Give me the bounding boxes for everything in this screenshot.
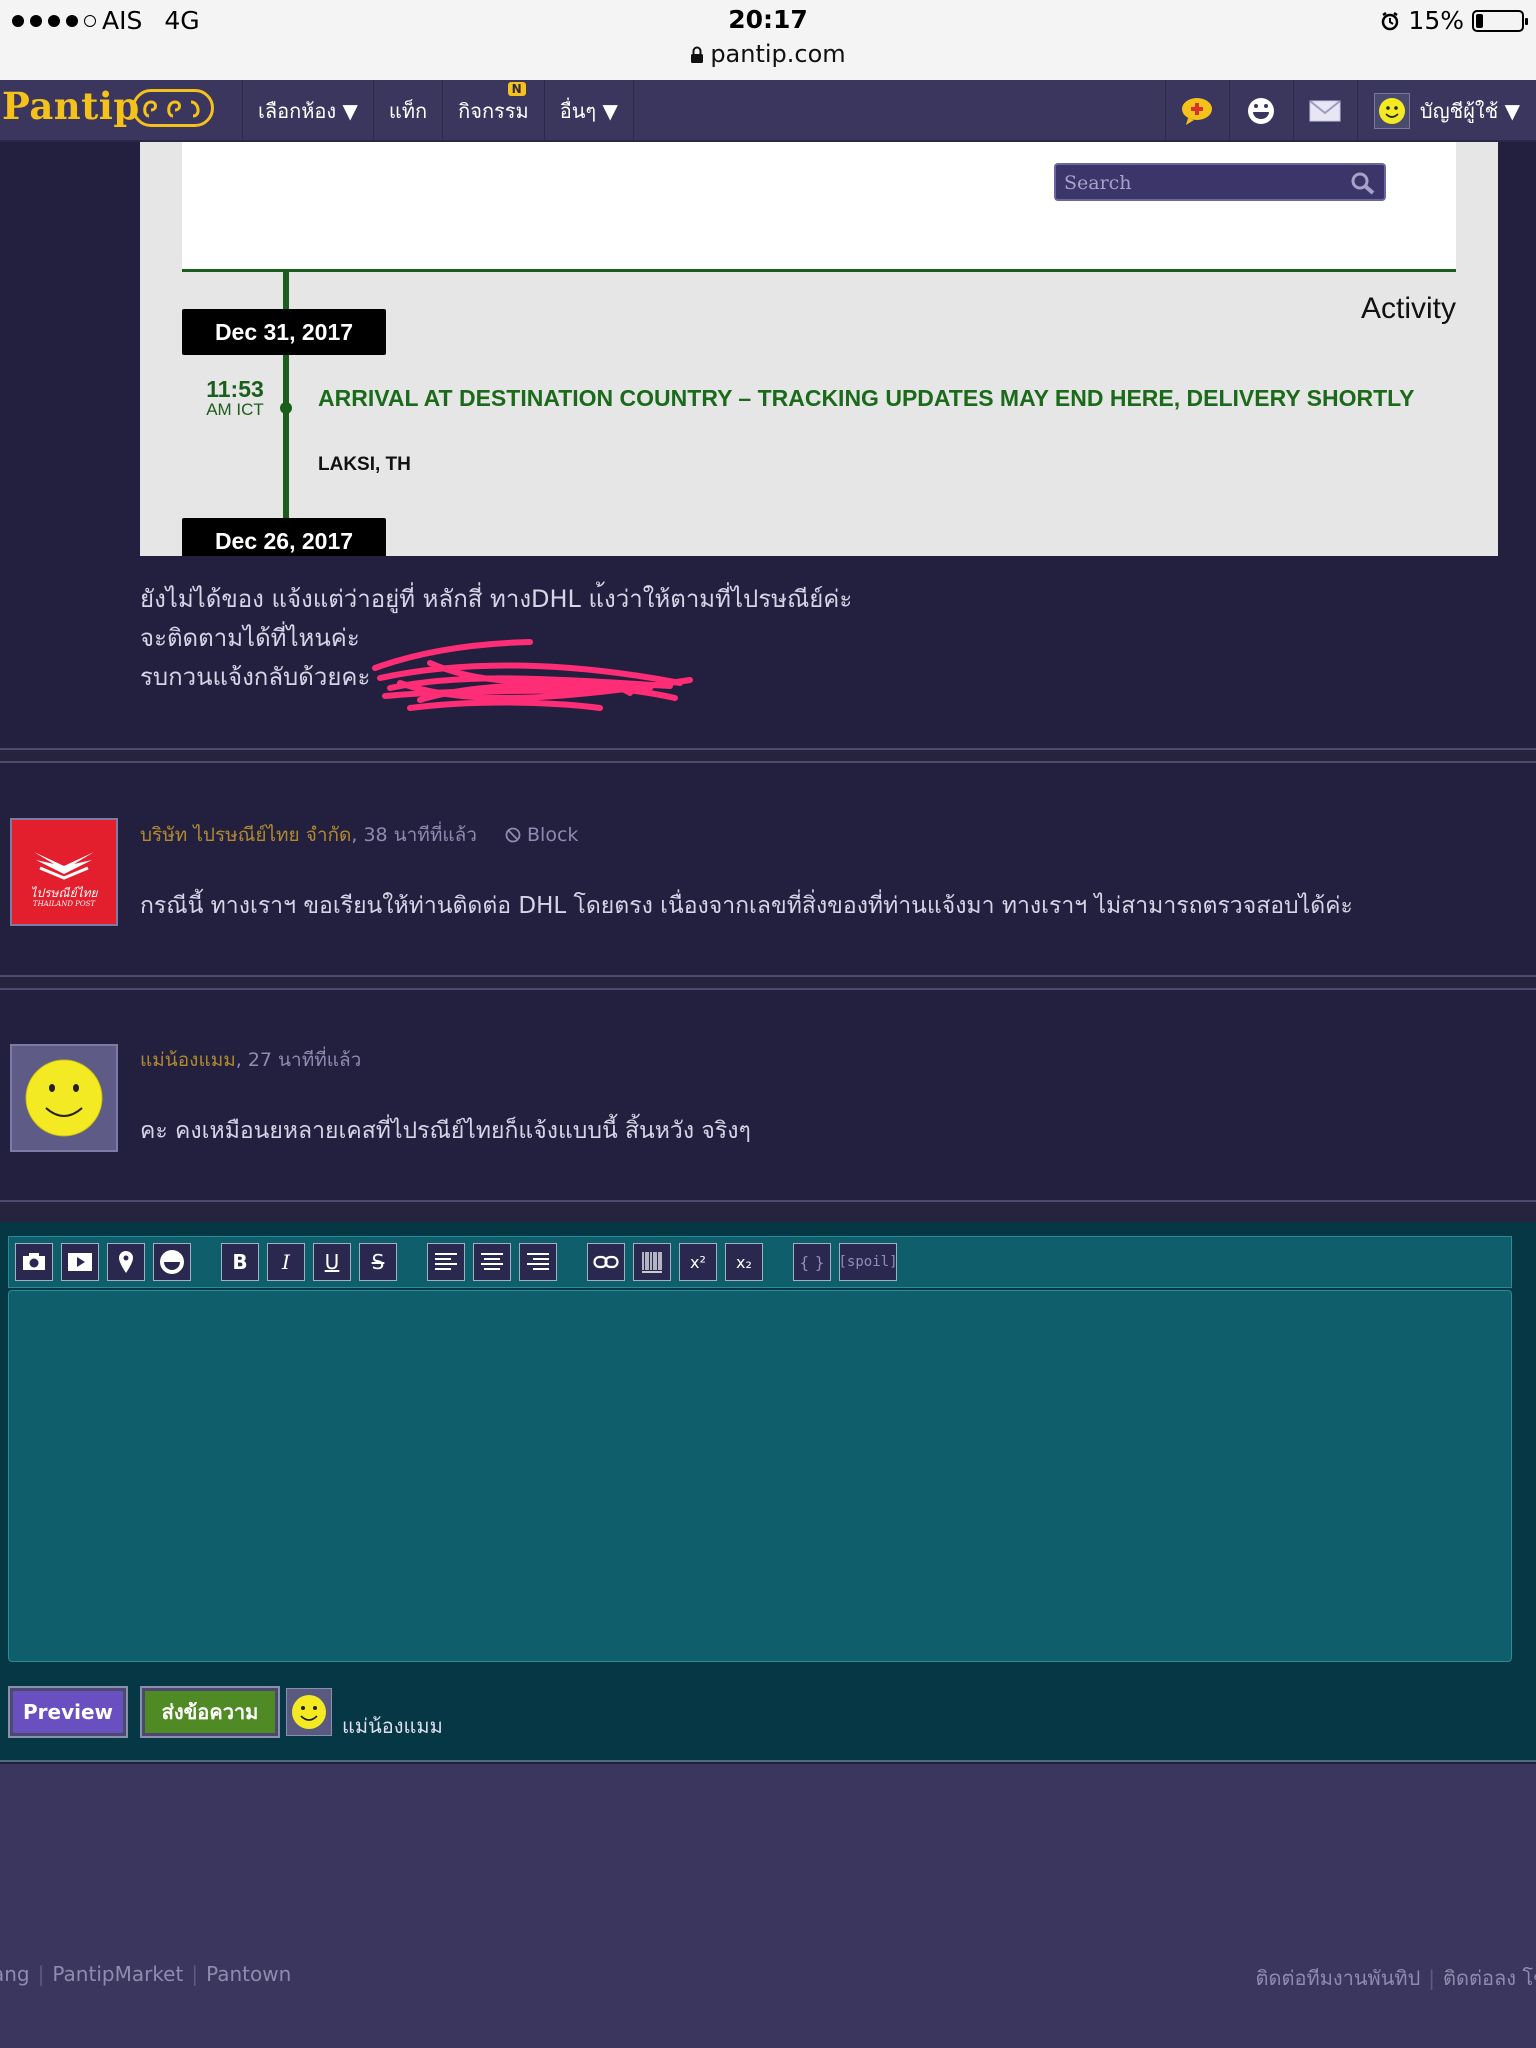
section-divider: [0, 1200, 1536, 1224]
block-label: Block: [527, 824, 579, 846]
avatar: [286, 1688, 332, 1736]
emoticon-icon[interactable]: [1228, 80, 1293, 142]
link-icon[interactable]: [587, 1243, 625, 1281]
align-right-icon[interactable]: [519, 1243, 557, 1281]
tracking-screenshot: Search Dec 31, 2017 Activity 11:53 AM IC…: [140, 142, 1498, 556]
battery-status: 15%: [1380, 6, 1528, 35]
nav-activities[interactable]: กิจกรรม N: [442, 80, 544, 142]
comment-time: , 27 นาทีที่แล้ว: [235, 1049, 362, 1071]
section-divider: [0, 975, 1536, 990]
comment-author[interactable]: บริษัท ไปรษณีย์ไทย จำกัด: [140, 824, 351, 846]
avatar[interactable]: ไปรษณีย์ไทย THAILAND POST: [10, 818, 118, 926]
tracking-search-box: Search: [1054, 163, 1386, 201]
strikethrough-button[interactable]: S: [359, 1243, 397, 1281]
footer-link[interactable]: PantipMarket: [52, 1962, 183, 1986]
event-time: 11:53 AM ICT: [190, 376, 280, 419]
avatar[interactable]: [10, 1044, 118, 1152]
preview-button[interactable]: Preview: [8, 1686, 128, 1738]
pantip-logo-mark-icon[interactable]: [132, 89, 214, 127]
nav-more[interactable]: อื่นๆ ▼: [543, 80, 634, 142]
site-navbar: Pantip เลือกห้อง ▼ แท็ก กิจกรรม N อื่นๆ …: [0, 80, 1536, 142]
footer-links-right: ติดต่อทีมงานพันทิป|ติดต่อลง โฆ: [1256, 1962, 1536, 1994]
redaction-scribble: [372, 639, 693, 711]
superscript-button[interactable]: x²: [679, 1243, 717, 1281]
footer-link[interactable]: ang: [0, 1962, 30, 1986]
page-footer-area: [0, 1764, 1536, 2048]
alarm-icon: [1382, 11, 1399, 30]
camera-icon[interactable]: [15, 1243, 53, 1281]
comment-time: , 38 นาทีที่แล้ว: [351, 824, 477, 846]
nav-menu: เลือกห้อง ▼ แท็ก กิจกรรม N อื่นๆ ▼: [242, 80, 634, 142]
poster-username: แม่น้องแมม: [342, 1714, 443, 1738]
map-pin-icon[interactable]: [107, 1243, 145, 1281]
new-badge: N: [507, 82, 526, 96]
footer-link[interactable]: ติดต่อลง โฆ: [1443, 1966, 1536, 1990]
avatar: [1373, 93, 1410, 129]
nav-right-tools: บัญชีผู้ใช้ ▼: [1164, 80, 1536, 142]
ios-status-bar: AIS 4G 20:17 15% pantip.com: [0, 0, 1536, 80]
send-message-button[interactable]: ส่งข้อความ: [140, 1686, 280, 1738]
subscript-button[interactable]: x₂: [725, 1243, 763, 1281]
youtube-icon[interactable]: [61, 1243, 99, 1281]
comment-body: คะ คงเหมือนยหลายเคสที่ไปรณีย์ไทยก็แจ้งแบ…: [140, 1118, 751, 1144]
comment-body: กรณีนี้ ทางเราฯ ขอเรียนให้ท่านติดต่อ DHL…: [140, 893, 1353, 919]
footer-links-left: ang|PantipMarket|Pantown: [0, 1962, 291, 1986]
align-left-icon[interactable]: [427, 1243, 465, 1281]
thailand-post-logo-icon: [12, 820, 116, 924]
underline-button[interactable]: U: [313, 1243, 351, 1281]
comment-meta: บริษัท ไปรษณีย์ไทย จำกัด, 38 นาทีที่แล้ว…: [140, 820, 578, 850]
emoticon-icon[interactable]: [153, 1243, 191, 1281]
italic-button[interactable]: I: [267, 1243, 305, 1281]
tracking-header: Search: [182, 142, 1456, 272]
clock: 20:17: [728, 5, 808, 34]
code-button[interactable]: { }: [793, 1243, 831, 1281]
event-time-zone: AM ICT: [206, 400, 264, 419]
block-button[interactable]: Block: [505, 824, 578, 846]
reply-editor: B I U S x² x₂ { } [spoil] Preview ส่งข้อ…: [0, 1222, 1536, 1762]
activity-heading: Activity: [1360, 292, 1456, 325]
pantip-logo[interactable]: Pantip: [2, 84, 140, 128]
editor-toolbar: B I U S x² x₂ { } [spoil]: [8, 1236, 1512, 1288]
nav-tags[interactable]: แท็ก: [372, 80, 442, 142]
footer-link[interactable]: ติดต่อทีมงานพันทิป: [1256, 1966, 1421, 1990]
block-icon: [505, 827, 521, 843]
spoiler-button[interactable]: [spoil]: [839, 1243, 898, 1281]
event-title: ARRIVAL AT DESTINATION COUNTRY – TRACKIN…: [318, 385, 1415, 411]
timeline-dot: [280, 402, 292, 414]
reply-textarea[interactable]: [8, 1290, 1512, 1662]
mail-icon[interactable]: [1292, 80, 1357, 142]
user-account-label: บัญชีผู้ใช้ ▼: [1419, 99, 1520, 123]
lock-icon: [691, 46, 704, 63]
event-location: LAKSI, TH: [318, 454, 411, 475]
nav-choose-room[interactable]: เลือกห้อง ▼: [242, 80, 373, 142]
search-placeholder: Search: [1064, 172, 1132, 194]
battery-icon: [1472, 9, 1528, 32]
comment-meta: แม่น้องแมม, 27 นาทีที่แล้ว: [140, 1045, 361, 1075]
smiley-avatar-icon: [25, 1059, 103, 1137]
chat-add-icon[interactable]: [1164, 80, 1229, 142]
event-time-value: 11:53: [206, 376, 264, 402]
search-icon: [1351, 172, 1375, 195]
post-line: ยังไม่ได้ของ แจ้งแต่ว่าอยู่ที่ หลักสี่ ท…: [140, 585, 853, 613]
nav-activities-label: กิจกรรม: [458, 99, 529, 123]
bold-button[interactable]: B: [221, 1243, 259, 1281]
address-bar[interactable]: pantip.com: [0, 40, 1536, 68]
date-tag: Dec 26, 2017: [182, 518, 386, 556]
section-divider: [0, 748, 1536, 763]
align-center-icon[interactable]: [473, 1243, 511, 1281]
date-tag: Dec 31, 2017: [182, 309, 386, 355]
footer-link[interactable]: Pantown: [206, 1962, 291, 1986]
url-text: pantip.com: [710, 40, 846, 68]
comment-author[interactable]: แม่น้องแมม: [140, 1049, 236, 1071]
user-account-menu[interactable]: บัญชีผู้ใช้ ▼: [1356, 80, 1536, 142]
avatar-logo-subtext: THAILAND POST: [32, 900, 96, 908]
barcode-icon[interactable]: [633, 1243, 671, 1281]
battery-percent: 15%: [1408, 6, 1464, 35]
